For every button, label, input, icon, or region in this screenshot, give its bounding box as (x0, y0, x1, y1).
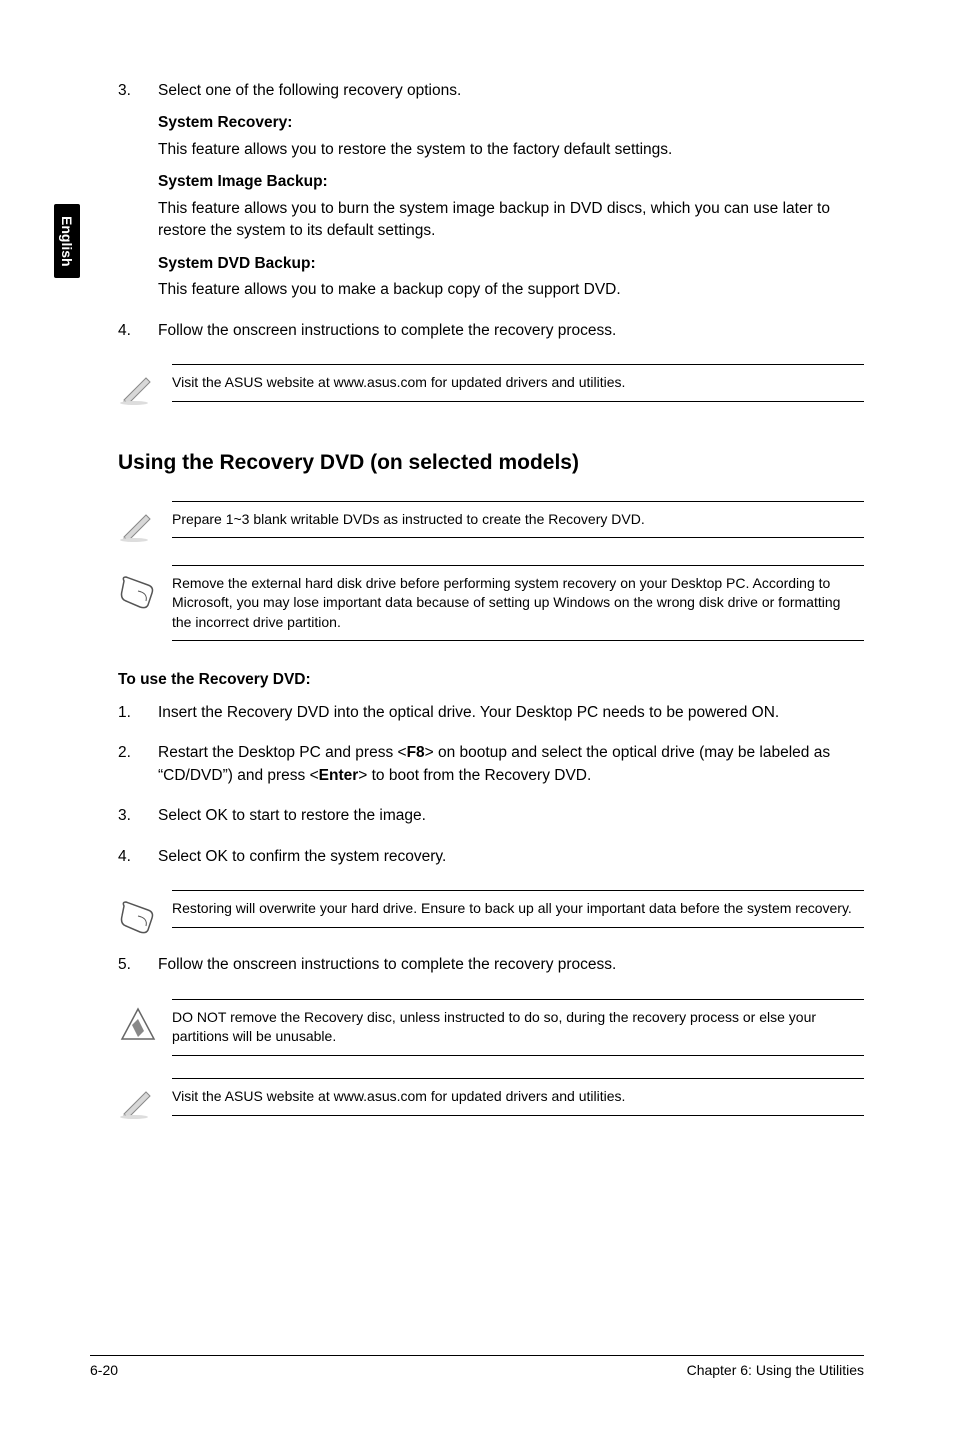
option-desc: This feature allows you to restore the s… (158, 139, 864, 161)
note-warning: DO NOT remove the Recovery disc, unless … (118, 999, 864, 1056)
step-number: 2. (118, 742, 158, 787)
page-number: 6-20 (90, 1362, 118, 1378)
note-text: Prepare 1~3 blank writable DVDs as instr… (172, 501, 864, 539)
note-info: Visit the ASUS website at www.asus.com f… (118, 364, 864, 406)
step-text: Insert the Recovery DVD into the optical… (158, 702, 864, 724)
step-number: 1. (118, 702, 158, 724)
step-number: 4. (118, 320, 158, 342)
step-text: Follow the onscreen instructions to comp… (158, 320, 864, 342)
text-fragment: > to boot from the Recovery DVD. (358, 767, 591, 784)
step-3: 3. Select one of the following recovery … (118, 80, 864, 102)
step-3b: 3. Select OK to start to restore the ima… (118, 805, 864, 827)
note-text: Visit the ASUS website at www.asus.com f… (172, 364, 864, 402)
step-4: 4. Follow the onscreen instructions to c… (118, 320, 864, 342)
step-5: 5. Follow the onscreen instructions to c… (118, 954, 864, 976)
section-heading: Using the Recovery DVD (on selected mode… (118, 448, 864, 478)
step-text: Select one of the following recovery opt… (158, 80, 864, 102)
page-footer: 6-20 Chapter 6: Using the Utilities (90, 1355, 864, 1378)
note-hand: Restoring will overwrite your hard drive… (118, 890, 864, 936)
side-tab-english: English (54, 204, 80, 278)
note-info: Visit the ASUS website at www.asus.com f… (118, 1078, 864, 1120)
text-fragment: Restart the Desktop PC and press < (158, 744, 407, 761)
option-title: System Image Backup: (158, 171, 864, 193)
option-desc: This feature allows you to make a backup… (158, 279, 864, 301)
note-text: Visit the ASUS website at www.asus.com f… (172, 1078, 864, 1116)
step-2: 2. Restart the Desktop PC and press <F8>… (118, 742, 864, 787)
step-text: Restart the Desktop PC and press <F8> on… (158, 742, 864, 787)
hand-icon (118, 890, 172, 936)
warning-icon (118, 999, 172, 1045)
note-hand: Remove the external hard disk drive befo… (118, 565, 864, 642)
note-info: Prepare 1~3 blank writable DVDs as instr… (118, 501, 864, 543)
pen-icon (118, 364, 172, 406)
step-number: 4. (118, 846, 158, 868)
step-4b: 4. Select OK to confirm the system recov… (118, 846, 864, 868)
step-number: 3. (118, 80, 158, 102)
step-number: 5. (118, 954, 158, 976)
pen-icon (118, 1078, 172, 1120)
note-text: DO NOT remove the Recovery disc, unless … (172, 999, 864, 1056)
hand-icon (118, 565, 172, 611)
note-text: Restoring will overwrite your hard drive… (172, 890, 864, 928)
recovery-options: System Recovery: This feature allows you… (158, 112, 864, 301)
step-text: Select OK to confirm the system recovery… (158, 846, 864, 868)
subsection-heading: To use the Recovery DVD: (118, 669, 864, 691)
chapter-title: Chapter 6: Using the Utilities (687, 1362, 864, 1378)
step-number: 3. (118, 805, 158, 827)
step-1: 1. Insert the Recovery DVD into the opti… (118, 702, 864, 724)
key-label: F8 (407, 744, 425, 761)
main-content: 3. Select one of the following recovery … (118, 80, 864, 1120)
option-title: System DVD Backup: (158, 253, 864, 275)
key-label: Enter (319, 767, 359, 784)
note-text: Remove the external hard disk drive befo… (172, 565, 864, 642)
step-text: Select OK to start to restore the image. (158, 805, 864, 827)
step-text: Follow the onscreen instructions to comp… (158, 954, 864, 976)
pen-icon (118, 501, 172, 543)
option-desc: This feature allows you to burn the syst… (158, 198, 864, 243)
option-title: System Recovery: (158, 112, 864, 134)
